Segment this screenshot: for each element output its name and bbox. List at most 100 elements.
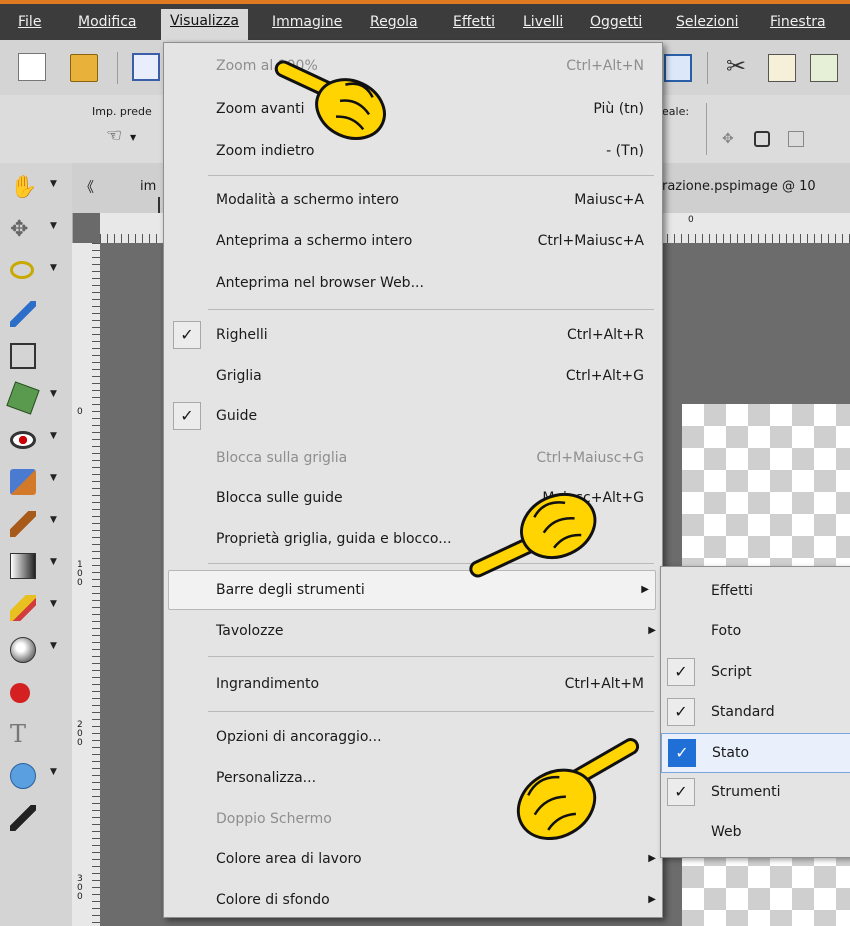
gradient-tool[interactable]: ▼ xyxy=(8,549,68,583)
menu-regola[interactable]: Regola xyxy=(370,14,418,30)
fit-window-icon[interactable] xyxy=(664,54,692,82)
ruler-top-label: 0 xyxy=(688,215,694,225)
eye-icon xyxy=(10,431,36,449)
menu-bar: File Modifica Visualizza Immagine Regola… xyxy=(0,0,850,44)
menu-selezioni[interactable]: Selezioni xyxy=(676,14,739,30)
menu-modifica[interactable]: Modifica xyxy=(78,14,137,30)
fit-canvas-icon[interactable] xyxy=(754,131,770,147)
lasso-tool[interactable]: ▼ xyxy=(8,255,68,289)
check-icon: ✓ xyxy=(173,402,201,430)
new-file-icon[interactable] xyxy=(18,53,46,81)
pen-tool[interactable] xyxy=(8,801,68,835)
paint-brush-icon xyxy=(10,511,36,537)
menu-item-magnifier[interactable]: Ingrandimento Ctrl+Alt+M xyxy=(164,665,662,705)
menu-item-snap-grid[interactable]: Blocca sulla griglia Ctrl+Maiusc+G xyxy=(164,439,662,479)
toolbars-submenu: Effetti Foto ✓ Script ✓ Standard ✓ Stato ✓ S… xyxy=(660,566,850,858)
paste-icon[interactable] xyxy=(810,54,838,82)
ruler-left-label: 2 0 0 xyxy=(77,720,83,748)
save-icon[interactable] xyxy=(132,53,160,81)
straighten-tool[interactable]: ▼ xyxy=(6,381,68,415)
ruler-left-label: 1 0 0 xyxy=(77,560,83,588)
pointing-hand-icon xyxy=(516,738,640,840)
open-folder-icon[interactable] xyxy=(70,54,98,82)
menu-livelli[interactable]: Livelli xyxy=(523,14,563,30)
menu-separator xyxy=(208,711,654,712)
cut-icon[interactable]: ✂ xyxy=(722,52,750,80)
menu-item-fullscreen-preview[interactable]: Anteprima a schermo intero Ctrl+Maiusc+A xyxy=(164,222,662,262)
check-icon: ✓ xyxy=(173,321,201,349)
menu-separator xyxy=(208,175,654,176)
submenu-item-standard[interactable]: ✓ Standard xyxy=(661,693,850,733)
menu-effetti[interactable]: Effetti xyxy=(453,14,495,30)
grid-center-icon[interactable] xyxy=(788,131,804,147)
menu-item-grid[interactable]: Griglia Ctrl+Alt+G xyxy=(164,357,662,397)
shape-tool[interactable]: ▼ xyxy=(8,759,68,793)
menu-item-zoom-out[interactable]: Zoom indietro - (Tn) xyxy=(164,132,662,172)
lasso-icon xyxy=(10,261,34,279)
pointing-hand-icon xyxy=(469,492,597,578)
pan-tool[interactable]: ✋ ▼ xyxy=(8,171,68,205)
menu-finestra[interactable]: Finestra xyxy=(770,14,826,30)
menu-separator xyxy=(208,309,654,310)
gradient-icon xyxy=(10,553,36,579)
paint-brush-tool[interactable]: ▼ xyxy=(8,507,68,541)
clone-brush-icon xyxy=(10,469,36,495)
submenu-arrow-icon: ▶ xyxy=(648,853,656,864)
check-icon: ✓ xyxy=(667,778,695,806)
menu-item-palettes[interactable]: Tavolozze ▶ xyxy=(164,612,662,652)
eraser-tool[interactable]: ▼ xyxy=(8,591,68,625)
text-tool[interactable]: T xyxy=(8,717,68,751)
tube-icon xyxy=(10,683,30,703)
submenu-item-stato[interactable]: ✓ Stato xyxy=(661,733,850,773)
pen-icon xyxy=(10,805,36,831)
menu-item-workspace-color[interactable]: Colore area di lavoro ▶ xyxy=(164,840,662,880)
options-divider xyxy=(706,103,707,155)
menu-oggetti[interactable]: Oggetti xyxy=(590,14,642,30)
menu-item-background-color[interactable]: Colore di sfondo ▶ xyxy=(164,881,662,921)
preset-hand-icon[interactable]: ☜ xyxy=(106,125,122,146)
pan-hand-icon: ✋ xyxy=(10,175,38,200)
submenu-item-script[interactable]: ✓ Script xyxy=(661,653,850,693)
left-ruler[interactable]: 0 1 0 0 2 0 0 3 0 0 xyxy=(72,243,101,926)
tools-palette: ✋ ▼ ✥ ▼ ▼ ▼ ▼ ▼ ▼ ▼ ▼ ▼ T ▼ xyxy=(0,163,73,926)
document-tab-left[interactable]: im xyxy=(140,179,156,194)
red-eye-tool[interactable]: ▼ xyxy=(8,423,68,457)
menu-immagine[interactable]: Immagine xyxy=(272,14,342,30)
ruler-left-label: 3 0 0 xyxy=(77,874,83,902)
pencil-icon xyxy=(10,595,36,621)
submenu-arrow-icon: ▶ xyxy=(641,584,649,595)
submenu-item-foto[interactable]: Foto xyxy=(661,612,850,652)
pointing-hand-icon xyxy=(274,60,386,140)
submenu-item-strumenti[interactable]: ✓ Strumenti xyxy=(661,773,850,813)
dropper-tool[interactable] xyxy=(8,297,68,331)
check-icon: ✓ xyxy=(667,658,695,686)
move-tool[interactable]: ✥ ▼ xyxy=(8,213,68,247)
crop-tool[interactable] xyxy=(8,339,68,373)
toolbar-divider xyxy=(117,52,118,84)
dodge-tool[interactable]: ▼ xyxy=(8,633,68,667)
text-t-icon: T xyxy=(10,720,27,748)
menu-item-fullscreen[interactable]: Modalità a schermo intero Maiusc+A xyxy=(164,181,662,221)
menu-item-guides[interactable]: ✓ Guide xyxy=(164,397,662,437)
menu-item-zoom-in[interactable]: Zoom avanti Più (tn) xyxy=(164,90,662,130)
menu-file[interactable]: File xyxy=(18,14,41,30)
tab-divider xyxy=(158,197,160,213)
dodge-icon xyxy=(10,637,36,663)
eyedropper-icon xyxy=(10,301,36,327)
picture-tube-tool[interactable] xyxy=(8,675,68,709)
move-center-icon[interactable]: ✥ xyxy=(722,131,734,147)
collapse-icon[interactable]: 《 xyxy=(80,177,94,197)
clone-tool[interactable]: ▼ xyxy=(8,465,68,499)
menu-item-browser-preview[interactable]: Anteprima nel browser Web... xyxy=(164,264,662,304)
check-icon: ✓ xyxy=(668,739,696,767)
menu-item-rulers[interactable]: ✓ Righelli Ctrl+Alt+R xyxy=(164,316,662,356)
submenu-item-web[interactable]: Web xyxy=(661,813,850,853)
submenu-item-effetti[interactable]: Effetti xyxy=(661,572,850,612)
menu-item-zoom-100[interactable]: Zoom al 100% Ctrl+Alt+N xyxy=(164,47,662,87)
ruler-left-label: 0 xyxy=(77,407,83,417)
document-tab-title[interactable]: razione.pspimage @ 10 xyxy=(662,179,816,194)
preset-label: Imp. prede xyxy=(92,105,152,118)
preset-dropdown-icon[interactable]: ▼ xyxy=(130,133,136,142)
copy-icon[interactable] xyxy=(768,54,796,82)
menu-visualizza[interactable]: Visualizza xyxy=(161,9,248,44)
